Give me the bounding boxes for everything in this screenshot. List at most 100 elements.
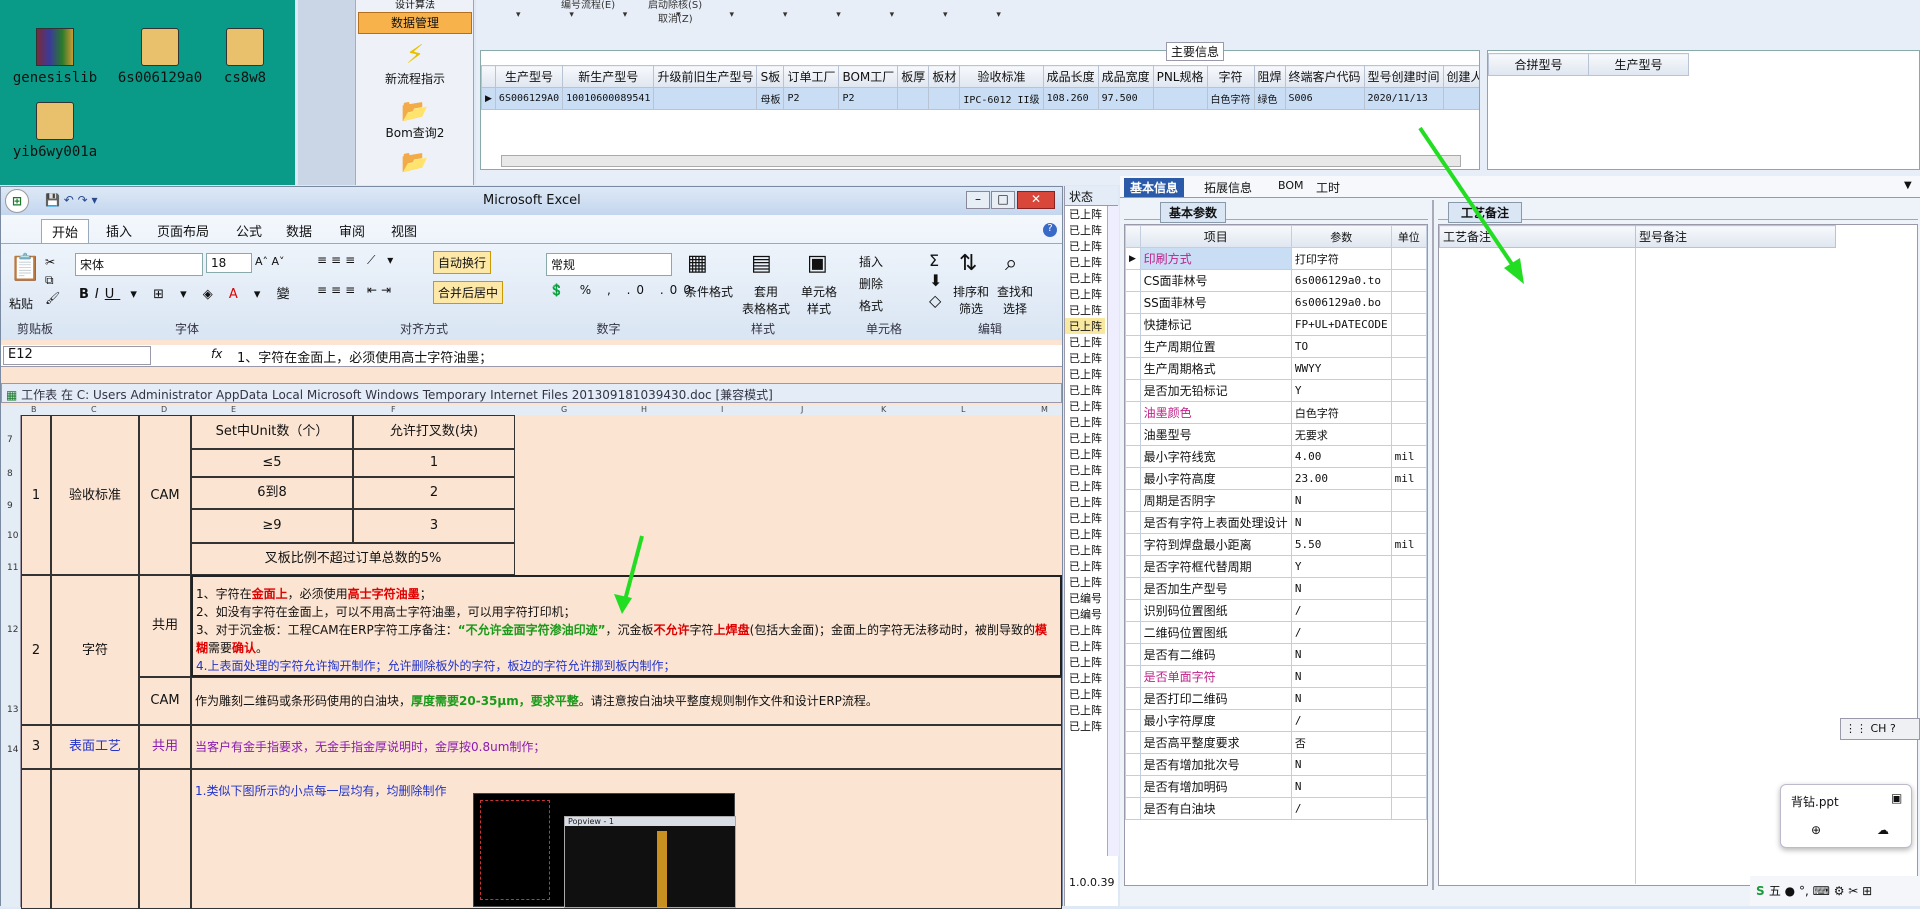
column-letter[interactable]: E [231,405,236,414]
row-number[interactable]: 7 [7,435,13,445]
column-letter[interactable]: K [881,405,886,414]
erp-cell[interactable] [1442,87,1479,110]
column-letter[interactable]: F [391,405,396,414]
status-item[interactable]: 已上阵 [1065,302,1105,318]
col-production-model[interactable]: 生产型号 [1588,53,1689,76]
row-number[interactable]: 13 [7,705,18,715]
horizontal-scrollbar[interactable] [501,155,1461,167]
tab-basic-info[interactable]: 基本信息 [1124,178,1185,197]
merge-center-button[interactable]: 合并后居中 [433,281,504,304]
erp-cell[interactable]: P2 [838,87,899,110]
status-item[interactable]: 已上阵 [1065,414,1105,430]
cell-num-2[interactable]: 2 [21,575,51,725]
param-value[interactable]: N [1290,753,1392,776]
number-format-select[interactable]: 常规 [546,253,672,276]
cell-num-3[interactable]: 3 [21,725,51,769]
erp-cell[interactable]: S006 [1284,87,1365,110]
launcher-item-new-process[interactable]: ⚡ 新流程指示 [358,40,472,87]
erp-cell[interactable] [928,87,961,110]
row-number[interactable]: 11 [7,563,18,573]
table-format-button[interactable]: 套用 表格格式 [737,283,795,317]
cell-num-4[interactable] [21,769,51,909]
tray-ime-mode[interactable]: 五 [1769,884,1781,898]
name-box[interactable]: E12 [3,346,151,365]
param-unit[interactable] [1390,621,1427,644]
cell-header-allowed-x[interactable]: 允许打叉数(块) [353,415,515,449]
subtab-basic-params[interactable]: 基本参数 [1160,202,1227,223]
param-unit[interactable]: mil [1390,533,1427,556]
font-size-select[interactable]: 18 [206,253,252,273]
save-icon[interactable]: ▣ [1891,791,1902,805]
cell-dept-4[interactable] [139,769,191,909]
erp-col-header[interactable]: BOM工厂 [838,65,899,88]
row-number[interactable]: 10 [7,531,18,541]
desktop-icon-genesislib[interactable]: genesislib [0,28,110,86]
desktop-icon-cs8w8[interactable]: cs8w8 [200,28,290,86]
wrap-text-button[interactable]: 自动换行 [433,251,492,274]
sum-icon[interactable]: Σ ⬇ ◇ [929,251,942,311]
status-item[interactable]: 已上阵 [1065,622,1105,638]
row-number[interactable]: 12 [7,625,18,635]
cell-header-unit-count[interactable]: Set中Unit数（个） [191,415,353,449]
param-row[interactable]: 是否有字符上表面处理设计 N [1125,511,1427,534]
erp-col-header[interactable]: 生产型号 [494,65,564,88]
param-row[interactable]: 最小字符高度 23.00 mil [1125,467,1427,490]
param-unit[interactable]: mil [1390,467,1427,490]
vertical-scrollbar[interactable] [1107,206,1119,856]
tab-data[interactable]: 数据 [276,219,322,242]
column-letter[interactable]: I [721,405,723,414]
status-item[interactable]: 已上阵 [1065,702,1105,718]
column-letter[interactable]: G [561,405,567,414]
status-item[interactable]: 已上阵 [1065,718,1105,734]
cell-name-2[interactable]: 字符 [51,575,139,725]
erp-col-header[interactable]: 阻焊 [1253,65,1286,88]
erp-cell[interactable]: 108.260 [1042,87,1099,110]
param-unit[interactable] [1390,665,1427,688]
param-unit[interactable] [1390,577,1427,600]
status-item[interactable]: 已上阵 [1065,526,1105,542]
status-item[interactable]: 已上阵 [1065,670,1105,686]
param-row[interactable]: 是否高平整度要求否 [1125,731,1427,754]
param-value[interactable]: N [1290,665,1392,688]
param-row[interactable]: 是否加生产型号 N [1125,577,1427,600]
delete-cells-button[interactable]: 删除 [859,275,883,292]
cell-table[interactable]: 3 [353,509,515,543]
param-row[interactable]: SS面菲林号 6s006129a0.bo [1125,291,1427,314]
close-button[interactable]: ✕ [1017,191,1055,209]
erp-cell[interactable] [897,87,930,110]
quick-access-icons[interactable]: 💾 ↶ ↷ ▾ [45,193,98,207]
launcher-item[interactable]: 设计算法 [358,0,472,11]
status-item[interactable]: 已上阵 [1065,494,1105,510]
clipboard-tools-icons[interactable]: ✂ ⧉ 🖌 [45,253,60,307]
status-item[interactable]: 已编号 [1065,606,1105,622]
erp-cell[interactable] [653,87,758,110]
help-icon[interactable]: ? [1890,722,1896,735]
status-item[interactable]: 已上阵 [1065,654,1105,670]
conditional-format-button[interactable]: 条件格式 [685,283,735,300]
status-item[interactable]: 已上阵 [1065,686,1105,702]
splitter[interactable] [1432,200,1434,890]
param-unit[interactable] [1390,423,1427,446]
erp-cell[interactable]: IPC-6012 II级 [959,87,1044,110]
param-unit[interactable] [1390,401,1427,424]
param-value[interactable]: Y [1290,555,1392,578]
erp-cell[interactable]: P2 [783,87,840,110]
cell-num-1[interactable]: 1 [21,415,51,575]
param-value[interactable]: 无要求 [1290,423,1392,446]
col-merge-model[interactable]: 合拼型号 [1488,53,1589,76]
param-row[interactable]: 是否字符框代替周期 Y [1125,555,1427,578]
param-unit[interactable] [1390,709,1427,732]
param-value[interactable]: FP+UL+DATECODE [1290,313,1392,336]
param-value[interactable]: 4.00 [1290,445,1392,468]
param-row[interactable]: CS面菲林号 6s006129a0.to [1125,269,1427,292]
status-item[interactable]: 已上阵 [1065,270,1105,286]
erp-col-header[interactable]: PNL规格 [1152,65,1208,88]
param-row[interactable]: 生产周期位置 TO [1125,335,1427,358]
param-value[interactable]: N [1290,643,1392,666]
minimize-button[interactable]: – [966,191,990,209]
status-item[interactable]: 已上阵 [1065,222,1105,238]
param-row[interactable]: 周期是否阴字 N [1125,489,1427,512]
desktop-icon-yib6wy001a[interactable]: yib6wy001a [0,102,110,160]
status-item[interactable]: 已上阵 [1065,558,1105,574]
status-item[interactable]: 已上阵 [1065,334,1105,350]
